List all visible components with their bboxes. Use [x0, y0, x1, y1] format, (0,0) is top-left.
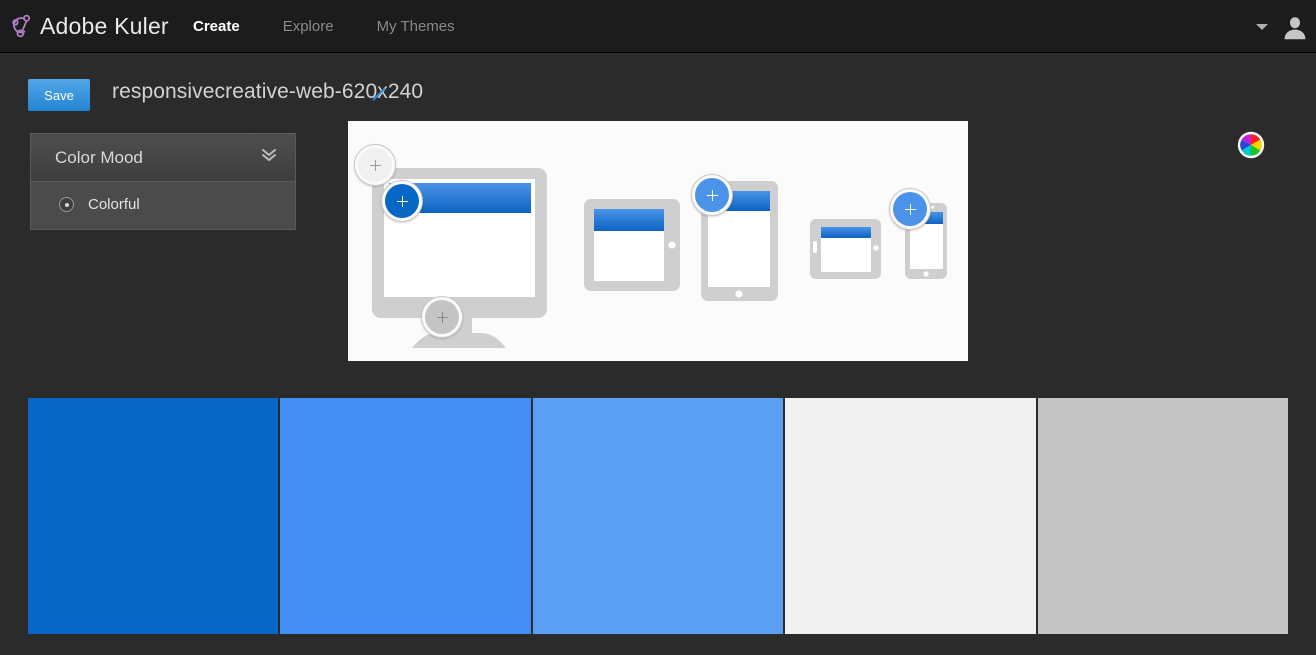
top-navigation-bar: Adobe Kuler Create Explore My Themes: [0, 0, 1316, 53]
kuler-logo-icon: [6, 11, 36, 41]
theme-toolbar: Save responsivecreative-web-620x240: [0, 53, 1316, 159]
swatch-3[interactable]: [532, 398, 786, 634]
palette-swatch-strip: [28, 398, 1289, 634]
double-chevron-down-icon[interactable]: [260, 147, 278, 168]
radio-selected-icon[interactable]: [59, 197, 74, 212]
color-wheel-icon[interactable]: [1237, 131, 1265, 159]
nav-link-explore[interactable]: Explore: [283, 18, 334, 35]
device-tablet-landscape: [584, 199, 680, 291]
brand-name: Adobe Kuler: [40, 12, 169, 39]
chevron-down-icon[interactable]: [1256, 23, 1268, 30]
account-area: [1256, 0, 1308, 53]
sample-marker-5[interactable]: [889, 188, 931, 230]
device-small-tablet: [810, 219, 881, 279]
color-mood-body: Colorful: [31, 182, 295, 229]
nav-links: Create Explore My Themes: [193, 0, 498, 53]
nav-link-my-themes[interactable]: My Themes: [377, 18, 455, 35]
mood-option-label: Colorful: [88, 196, 140, 213]
color-mood-panel: Color Mood Colorful: [30, 133, 296, 230]
color-mood-title: Color Mood: [55, 147, 143, 167]
user-avatar-icon[interactable]: [1282, 14, 1308, 40]
nav-link-create[interactable]: Create: [193, 18, 240, 35]
swatch-5[interactable]: [1037, 398, 1289, 634]
brand[interactable]: Adobe Kuler: [6, 9, 169, 43]
swatch-4[interactable]: [785, 398, 1038, 634]
color-mood-header[interactable]: Color Mood: [31, 134, 295, 182]
swatch-2[interactable]: [280, 398, 533, 634]
swatch-1[interactable]: [28, 398, 281, 634]
pencil-edit-icon[interactable]: [368, 85, 388, 105]
sample-marker-2[interactable]: [381, 180, 423, 222]
sample-marker-1[interactable]: [354, 144, 396, 186]
sample-marker-4[interactable]: [691, 174, 733, 216]
mood-option-colorful[interactable]: Colorful: [31, 196, 295, 213]
save-button[interactable]: Save: [28, 79, 90, 111]
sample-marker-3[interactable]: [421, 296, 463, 338]
